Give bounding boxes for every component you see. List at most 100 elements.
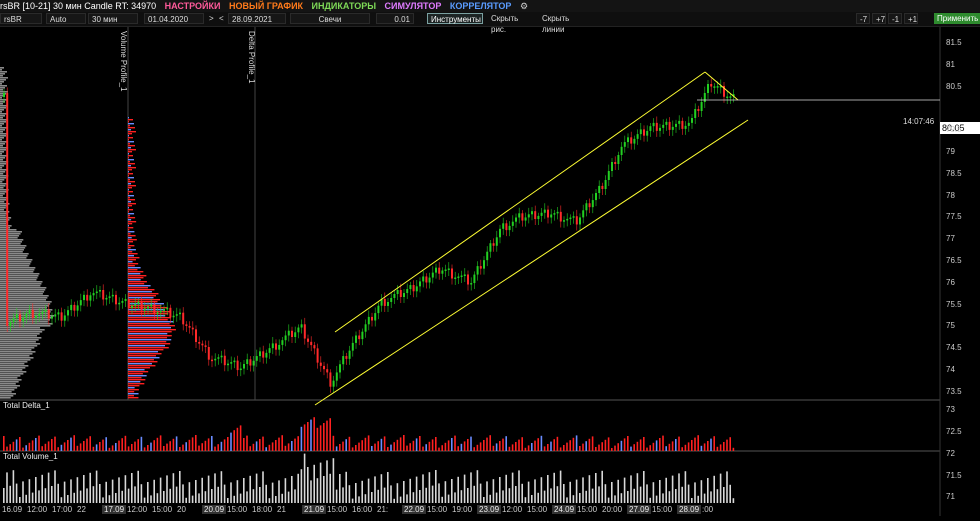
candle-body [591, 200, 594, 208]
delta-bar [569, 440, 571, 451]
delta-bar [671, 441, 674, 451]
candle-body [236, 360, 239, 371]
candle-body [540, 212, 543, 216]
volume-profile-bar [128, 125, 130, 127]
time-axis-label: 22.09 [402, 505, 427, 514]
candle-body [63, 315, 66, 321]
volume-profile-bar [0, 225, 12, 227]
zoom-minus-1-button[interactable]: -1 [888, 13, 902, 24]
candle-body [527, 214, 530, 218]
zoom-plus-1-button[interactable]: +1 [904, 13, 918, 24]
menu-indicators[interactable]: ИНДИКАТОРЫ [312, 0, 376, 12]
hide-lines-button[interactable]: Скрыть линии [539, 13, 597, 34]
delta-bar [371, 446, 373, 451]
volume-bar [409, 478, 411, 503]
volume-bar [35, 477, 37, 503]
delta-bar [383, 436, 386, 451]
volume-profile-bar [128, 331, 172, 333]
step-input[interactable]: 0.01 [376, 13, 414, 24]
delta-bar [438, 447, 440, 451]
delta-bar [451, 438, 453, 451]
candle-body [438, 267, 441, 274]
volume-bar [294, 489, 296, 503]
delta-bar [345, 439, 347, 451]
top-menu-bar: rsBR [10-21] 30 мин Candle RT: 34970 НАС… [0, 0, 980, 12]
delta-bar [73, 435, 75, 451]
volume-profile-bar [0, 267, 36, 269]
volume-bar [351, 498, 354, 503]
mode-select[interactable]: Auto [46, 13, 86, 24]
candle-body [499, 228, 501, 238]
nav-prev-button[interactable]: < [216, 13, 226, 24]
volume-bar [41, 474, 43, 503]
delta-bar [259, 439, 261, 451]
candle-body [447, 268, 450, 270]
candle-body [422, 276, 425, 282]
volume-profile-bar [128, 137, 133, 139]
time-axis-label: 16:00 [352, 505, 373, 514]
candle-body [252, 360, 255, 366]
volume-profile-bar [128, 297, 154, 299]
volume-profile-bar [128, 215, 131, 217]
delta-bar [22, 447, 24, 451]
candle-body [150, 304, 153, 307]
timeframe-select[interactable]: 30 мин [88, 13, 138, 24]
volume-profile-bar [0, 369, 23, 371]
volume-bar [25, 494, 27, 503]
menu-simulator[interactable]: СИМУЛЯТОР [385, 0, 442, 12]
candle-body [694, 109, 697, 118]
volume-profile-bar [0, 387, 18, 389]
volume-bar [431, 485, 434, 503]
date-from-input[interactable]: 01.04.2020 [144, 13, 204, 24]
delta-bar [697, 435, 699, 451]
hide-drawings-button[interactable]: Скрыть рис. [488, 13, 538, 34]
candle-body [355, 335, 357, 343]
symbol-select[interactable]: rsBR [0, 13, 42, 24]
volume-profile-bar [0, 333, 40, 335]
zoom-minus-7-button[interactable]: -7 [856, 13, 870, 24]
candle-body [441, 270, 444, 274]
volume-profile-bar [128, 195, 135, 197]
volume-profile-bar [0, 107, 7, 109]
volume-bar [169, 488, 171, 503]
volume-profile-bar [128, 255, 134, 257]
delta-bar [582, 443, 584, 451]
delta-bar [179, 447, 181, 451]
delta-bar [441, 445, 443, 451]
candle-body [419, 281, 421, 287]
volume-profile-bar [128, 193, 130, 195]
tools-button[interactable]: Инструменты [427, 13, 483, 24]
chart-type-select[interactable]: Свечи [290, 13, 370, 24]
price-chart-svg[interactable] [0, 27, 980, 516]
candle-body [243, 364, 245, 369]
candle-body [28, 309, 31, 314]
date-to-input[interactable]: 28.09.2021 [228, 13, 286, 24]
candle-body [227, 363, 229, 366]
apply-button[interactable]: Применить [934, 13, 980, 24]
delta-bar [655, 440, 658, 451]
menu-settings[interactable]: НАСТРОЙКИ [165, 0, 221, 12]
volume-bar [614, 495, 616, 503]
delta-bar [422, 446, 424, 451]
menu-correlator[interactable]: КОРРЕЛЯТОР [450, 0, 512, 12]
candle-body [217, 357, 220, 359]
candle-body [51, 316, 53, 319]
menu-new-chart[interactable]: НОВЫЙ ГРАФИК [229, 0, 303, 12]
volume-bar [38, 490, 40, 503]
delta-bar [540, 435, 543, 451]
delta-bar [601, 442, 603, 451]
delta-bar [463, 441, 466, 451]
volume-profile-bar [0, 279, 37, 281]
delta-bar [473, 447, 475, 451]
candle-body [604, 180, 607, 189]
zoom-plus-7-button[interactable]: +7 [872, 13, 886, 24]
nav-next-button[interactable]: > [206, 13, 216, 24]
gear-icon[interactable]: ⚙ [520, 0, 528, 12]
volume-profile-bar [0, 365, 29, 367]
volume-profile-bar [128, 189, 129, 191]
delta-bar [691, 440, 693, 451]
chart-area[interactable]: Volume Profile_1 Delta Profile_1 Total D… [0, 27, 980, 516]
volume-profile-bar [0, 247, 26, 249]
candle-body [278, 344, 281, 350]
volume-bar [681, 486, 683, 503]
